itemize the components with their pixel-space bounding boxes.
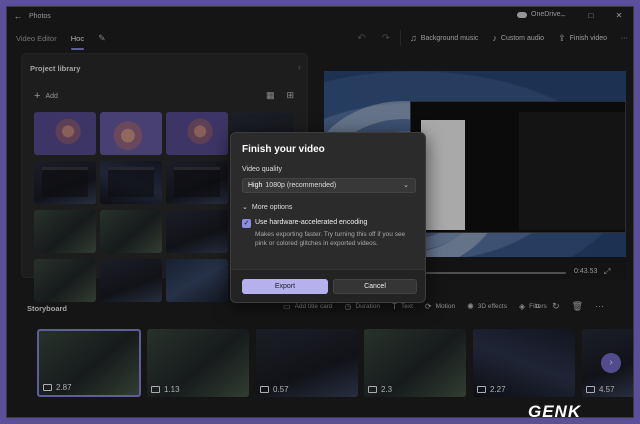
watermark-logo: GENK	[528, 402, 582, 421]
video-quality-label: Video quality	[242, 166, 282, 173]
cancel-button[interactable]: Cancel	[333, 279, 417, 294]
hardware-encoding-checkbox[interactable]: ✓	[242, 219, 251, 228]
quality-value: 1080p (recommended)	[265, 182, 337, 189]
chevron-down-icon: ⌄	[403, 182, 409, 189]
photos-window: ← Photos OneDrive – □ ✕ Video Editor Hoc…	[6, 6, 634, 418]
hardware-encoding-description: Makes exporting faster. Try turning this…	[255, 231, 406, 247]
chevron-down-icon: ⌄	[242, 204, 248, 211]
video-quality-select[interactable]: High 1080p (recommended) ⌄	[242, 178, 416, 193]
export-button[interactable]: Export	[242, 279, 328, 294]
more-options-label: More options	[251, 203, 293, 211]
dialog-footer: Export Cancel	[231, 269, 425, 302]
finish-video-dialog: Finish your video Video quality High 108…	[230, 132, 426, 303]
quality-value-bold: High	[248, 182, 263, 189]
hardware-encoding-label: Use hardware-accelerated encoding	[255, 219, 368, 226]
more-options-toggle[interactable]: ⌄ More options	[242, 203, 293, 212]
dialog-title: Finish your video	[242, 144, 325, 155]
